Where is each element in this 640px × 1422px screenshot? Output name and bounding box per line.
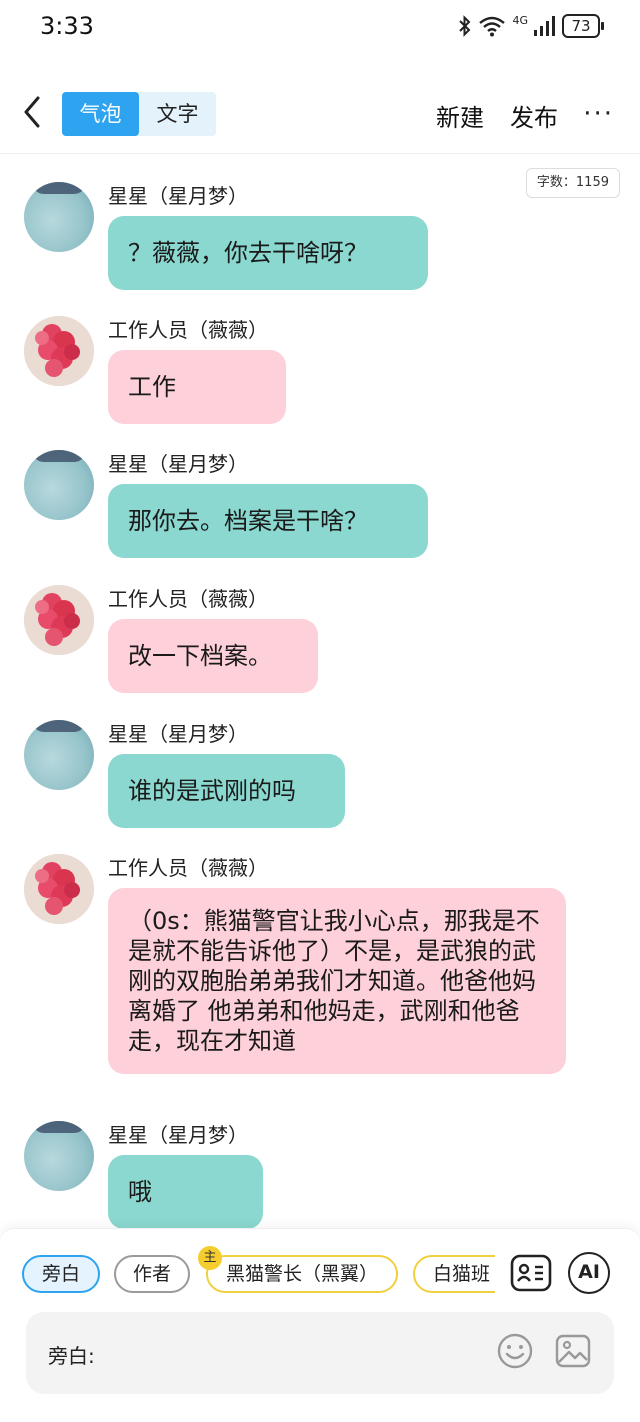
new-button[interactable]: 新建 bbox=[436, 98, 484, 133]
sender-name: 工作人员（薇薇） bbox=[108, 318, 268, 342]
flower-image bbox=[24, 854, 94, 924]
tab-text[interactable]: 文字 bbox=[139, 92, 216, 136]
star-avatar[interactable] bbox=[24, 182, 94, 252]
battery-icon: 73 bbox=[562, 14, 604, 38]
mode-switch: 气泡 文字 bbox=[62, 92, 216, 136]
emoji-icon[interactable] bbox=[496, 1332, 534, 1370]
sender-name: 星星（星月梦） bbox=[108, 1123, 248, 1147]
top-bar: 气泡 文字 新建 发布 ··· bbox=[0, 78, 640, 154]
signal-icon bbox=[534, 16, 555, 36]
star-avatar[interactable] bbox=[24, 720, 94, 790]
message-bubble[interactable]: 改一下档案。 bbox=[108, 619, 318, 693]
role-chip-narration[interactable]: 旁白 bbox=[22, 1255, 100, 1293]
role-chip-black-cat[interactable]: 黑猫警长（黑翼） bbox=[206, 1255, 398, 1293]
flower-avatar[interactable] bbox=[24, 316, 94, 386]
tab-bubble[interactable]: 气泡 bbox=[62, 92, 139, 136]
composer-role-label: 旁白: bbox=[48, 1344, 95, 1368]
sender-name: 星星（星月梦） bbox=[108, 184, 248, 208]
sender-name: 工作人员（薇薇） bbox=[108, 587, 268, 611]
sender-name: 工作人员（薇薇） bbox=[108, 856, 268, 880]
back-arrow-icon[interactable] bbox=[18, 92, 48, 132]
publish-button[interactable]: 发布 bbox=[510, 98, 558, 133]
status-time: 3:33 bbox=[40, 12, 94, 40]
image-icon[interactable] bbox=[554, 1332, 592, 1370]
message-bubble[interactable]: ？薇薇，你去干啥呀？ bbox=[108, 216, 428, 290]
wifi-icon bbox=[479, 16, 506, 37]
role-chip-row[interactable]: 旁白 作者 黑猫警长（黑翼） 白猫班 bbox=[0, 1255, 495, 1295]
star-avatar[interactable] bbox=[24, 1121, 94, 1191]
message-input[interactable] bbox=[104, 1328, 484, 1378]
network-type: 4G bbox=[512, 13, 528, 27]
message-bubble[interactable]: 那你去。档案是干啥？ bbox=[108, 484, 428, 558]
message-bubble[interactable]: 哦 bbox=[108, 1155, 263, 1229]
flower-image bbox=[24, 585, 94, 655]
message-composer: 旁白: bbox=[26, 1312, 614, 1394]
flower-image bbox=[24, 316, 94, 386]
more-icon[interactable]: ··· bbox=[583, 101, 614, 127]
sender-name: 星星（星月梦） bbox=[108, 452, 248, 476]
message-bubble[interactable]: 谁的是武刚的吗 bbox=[108, 754, 345, 828]
word-count: 字数：1159 bbox=[525, 168, 620, 198]
sender-name: 星星（星月梦） bbox=[108, 722, 248, 746]
ai-button[interactable]: AI bbox=[568, 1252, 610, 1294]
role-card-icon[interactable] bbox=[510, 1252, 552, 1294]
role-chip-white-cat[interactable]: 白猫班 bbox=[413, 1255, 495, 1293]
flower-avatar[interactable] bbox=[24, 585, 94, 655]
role-chip-author[interactable]: 作者 bbox=[114, 1255, 190, 1293]
bluetooth-icon bbox=[459, 15, 471, 37]
status-icons: 4G 73 bbox=[458, 13, 604, 38]
star-avatar[interactable] bbox=[24, 450, 94, 520]
main-role-badge: 主 bbox=[198, 1246, 222, 1270]
message-bubble[interactable]: （0s：熊猫警官让我小心点，那我是不是就不能告诉他了）不是，是武狼的武刚的双胞胎… bbox=[108, 888, 566, 1074]
status-bar: 3:33 4G 73 bbox=[0, 0, 640, 60]
flower-avatar[interactable] bbox=[24, 854, 94, 924]
message-bubble[interactable]: 工作 bbox=[108, 350, 286, 424]
